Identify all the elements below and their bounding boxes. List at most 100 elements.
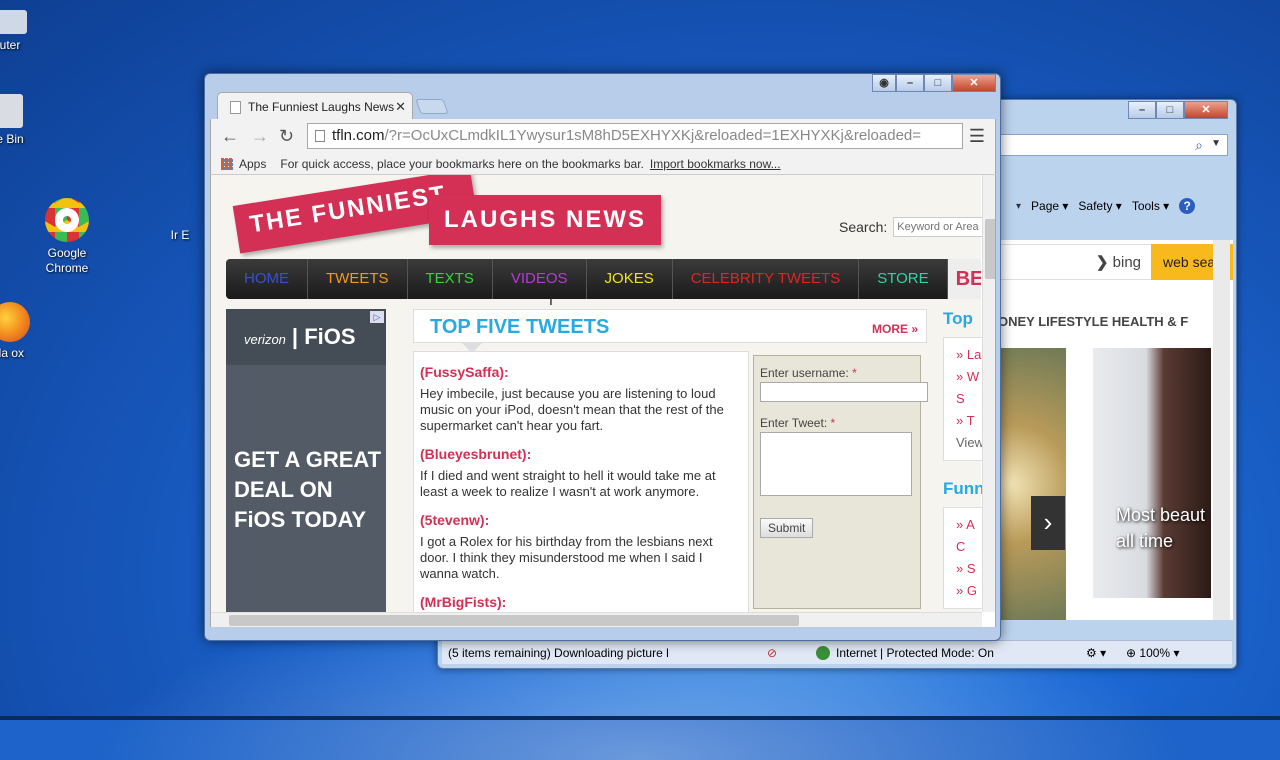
ie-status-bar: (5 items remaining) Downloading picture …	[442, 640, 1232, 664]
nav-tweets[interactable]: TWEETS	[308, 259, 408, 299]
chrome-minimize-button[interactable]: –	[896, 74, 924, 92]
tweet-text: Hey imbecile, just because you are liste…	[420, 386, 724, 433]
nav-videos[interactable]: VIDEOS	[493, 259, 587, 299]
chrome-window-controls: ◉ – □ ✕	[872, 74, 996, 92]
news-image-left[interactable]	[998, 348, 1066, 620]
nav-celebrity-tweets[interactable]: CELEBRITY TWEETS	[673, 259, 860, 299]
desktop-icon-google-chrome[interactable]: Google Chrome	[27, 198, 107, 276]
chrome-toolbar: ← → ↻ tfln.com/?r=OcUxCLmdkIL1Ywysur1sM8…	[210, 119, 996, 153]
page-info-icon[interactable]	[315, 130, 325, 142]
desktop-icon-ie[interactable]: Ir E	[160, 228, 200, 243]
search-icon[interactable]: ⌕	[1195, 137, 1203, 154]
ie-zone-text: Internet | Protected Mode: On	[836, 645, 994, 660]
back-icon[interactable]: ←	[221, 126, 239, 147]
bookmarks-bar: Apps For quick access, place your bookma…	[210, 153, 996, 175]
chevron-down-icon[interactable]: ▾	[1016, 201, 1021, 212]
tweet-handle[interactable]: (MrBigFists):	[420, 594, 742, 610]
tab-close-icon[interactable]: ✕	[395, 99, 406, 115]
list-item[interactable]: » S	[956, 558, 982, 580]
chrome-close-button[interactable]: ✕	[952, 74, 996, 92]
ie-status-text: (5 items remaining) Downloading picture …	[448, 645, 669, 660]
url-bar[interactable]: tfln.com/?r=OcUxCLmdkIL1Ywysur1sM8hD5EXH…	[307, 123, 963, 149]
list-item[interactable]: » A C	[956, 514, 982, 558]
desktop-icon-computer[interactable]: uter	[0, 10, 50, 53]
list-item[interactable]: » W S	[956, 366, 982, 410]
ie-page-menu[interactable]: Page ▾	[1031, 199, 1068, 213]
forward-icon[interactable]: →	[251, 126, 269, 147]
tweet-textarea[interactable]	[760, 432, 912, 496]
chevron-down-icon[interactable]: ▼	[1211, 138, 1221, 149]
ie-minimize-button[interactable]: –	[1128, 101, 1156, 119]
ad-header: verizon | FiOS	[226, 309, 386, 365]
top-five-title: TOP FIVE TWEETS	[430, 316, 610, 338]
site-search: Search:	[839, 217, 986, 237]
url-host: tfln.com	[332, 127, 385, 144]
reload-icon[interactable]: ↻	[279, 126, 294, 147]
bing-search-bar: ❯ bing web sear	[998, 244, 1233, 280]
list-item[interactable]: » T	[956, 410, 982, 432]
site-background: THE FUNNIEST LAUGHS NEWS Search: HOME TW…	[211, 175, 986, 627]
list-item[interactable]: » La	[956, 344, 982, 366]
desktop-icon-label: lla ox	[0, 346, 24, 360]
tweet-text: If I died and went straight to hell it w…	[420, 468, 716, 499]
more-link[interactable]: MORE »	[872, 322, 918, 336]
view-link[interactable]: View	[956, 432, 982, 454]
scrollbar-thumb[interactable]	[229, 615, 799, 626]
ie-maximize-button[interactable]: □	[1156, 101, 1184, 119]
ie-window-controls: – □ ✕	[1128, 101, 1228, 119]
list-item: (FussySaffa): Hey imbecile, just because…	[420, 364, 742, 434]
help-icon[interactable]: ?	[1179, 198, 1196, 214]
ie-vertical-scrollbar[interactable]	[1213, 240, 1230, 620]
nav-store[interactable]: STORE	[859, 259, 948, 299]
main-nav: HOME TWEETS TEXTS VIDEOS JOKES CELEBRITY…	[226, 259, 981, 299]
tweet-handle[interactable]: (FussySaffa):	[420, 364, 742, 380]
hamburger-menu-icon[interactable]: ☰	[969, 126, 985, 147]
site-logo-bottom[interactable]: LAUGHS NEWS	[429, 195, 661, 245]
new-tab-button[interactable]	[415, 99, 449, 114]
user-icon[interactable]: ◉	[872, 74, 896, 92]
scrollbar-thumb[interactable]	[985, 219, 995, 279]
desktop-icon-firefox[interactable]: lla ox	[0, 302, 50, 361]
nav-home[interactable]: HOME	[226, 259, 308, 299]
vertical-scrollbar[interactable]	[982, 175, 995, 612]
top-heading: Top	[943, 309, 973, 328]
submit-tweet-form: Enter username: * Enter Tweet: * Submit	[753, 355, 928, 609]
apps-grid-icon[interactable]	[221, 157, 233, 170]
nav-jokes[interactable]: JOKES	[587, 259, 673, 299]
horizontal-scrollbar[interactable]	[211, 612, 982, 627]
verizon-ad[interactable]: ▷ verizon | FiOS GET A GREAT DEAL ON FiOS…	[226, 309, 386, 627]
zoom-icon: ⊕	[1126, 645, 1137, 660]
sidebar-right: Top » La » W S » T View Funn » A C » S »…	[943, 309, 985, 627]
ie-zoom-level[interactable]: ⊕ 100% ▾	[1126, 646, 1179, 660]
apps-link[interactable]: Apps	[239, 157, 266, 171]
msn-categories[interactable]: ONEY LIFESTYLE HEALTH & F	[998, 314, 1233, 329]
ie-tools-menu[interactable]: Tools ▾	[1132, 199, 1169, 213]
browser-tab[interactable]: The Funniest Laughs News ✕	[217, 92, 413, 120]
chrome-window[interactable]: ◉ – □ ✕ The Funniest Laughs News ✕ ← → ↻…	[204, 73, 1001, 641]
chrome-maximize-button[interactable]: □	[924, 74, 952, 92]
search-label: Search:	[839, 219, 888, 235]
submit-button[interactable]: Submit	[760, 518, 814, 538]
nav-texts[interactable]: TEXTS	[408, 259, 493, 299]
ie-address-bar[interactable]: ⌕ ▼	[998, 134, 1228, 156]
username-input[interactable]	[760, 382, 928, 402]
blocked-icon: ⊘	[766, 645, 778, 660]
tweets-list: (FussySaffa): Hey imbecile, just because…	[413, 351, 749, 627]
news-image-right[interactable]	[1093, 348, 1211, 598]
news-caption[interactable]: Most beaut all time	[1116, 502, 1216, 554]
ad-choices-icon[interactable]: ▷	[370, 311, 384, 323]
carousel-next-arrow[interactable]: ›	[1031, 496, 1065, 550]
desktop-icon-recycle-bin[interactable]: e Bin	[0, 94, 50, 147]
bing-logo: ❯ bing	[1095, 254, 1141, 271]
desktop-icon-label: Ir E	[170, 228, 190, 242]
protected-mode-icon[interactable]: ⚙ ▾	[1086, 646, 1126, 660]
ie-safety-menu[interactable]: Safety ▾	[1078, 199, 1121, 213]
import-bookmarks-link[interactable]: Import bookmarks now...	[650, 157, 781, 171]
nav-best[interactable]: BES	[947, 259, 981, 299]
list-item[interactable]: » G	[956, 580, 982, 602]
ie-close-button[interactable]: ✕	[1184, 101, 1228, 119]
search-input[interactable]	[893, 217, 986, 237]
tweet-handle[interactable]: (Blueyesbrunet):	[420, 446, 742, 462]
tweet-handle[interactable]: (5tevenw):	[420, 512, 742, 528]
desktop-icon-label: Google Chrome	[45, 246, 89, 275]
